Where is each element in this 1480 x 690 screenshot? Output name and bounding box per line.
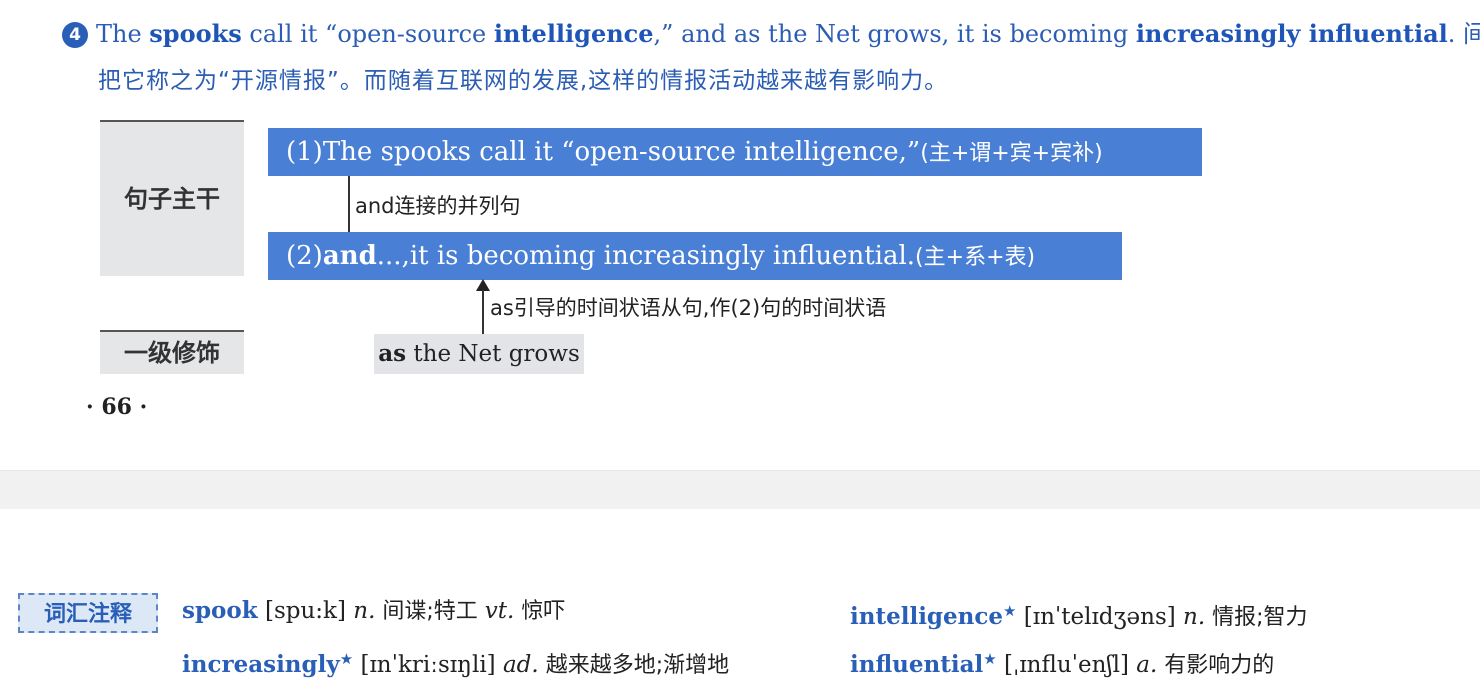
clause-2-english: ...,it is becoming increasingly influent… [376, 241, 916, 271]
vocab-word: increasingly [182, 651, 340, 678]
sentence-line: 4 The spooks call it “open-source intelli… [62, 16, 1480, 52]
modifier-as: as [378, 340, 407, 367]
sentence-text-3: ,” and as the Net grows, it is becoming [653, 20, 1136, 48]
clause-bar-2: (2)and...,it is becoming increasingly in… [268, 232, 1122, 280]
vocab-word: intelligence [850, 603, 1004, 630]
modifier-clause-box: as the Net grows [374, 334, 584, 374]
clause-2-prefix: (2) [286, 241, 323, 271]
star-icon: ★ [983, 650, 997, 668]
vocab-pos-2: vt. [484, 598, 515, 624]
vocab-phonetic: [ɪnˈtelɪdʒəns] [1016, 604, 1184, 630]
clause-2-structure: (主+系+表) [915, 245, 1036, 270]
vocab-meaning-2: 惊吓 [514, 599, 566, 624]
vocab-word: influential [850, 651, 984, 678]
sentence-text-2: call it “open-source [241, 20, 494, 48]
modifier-clause-text: the Net grows [406, 341, 580, 367]
star-icon: ★ [1003, 602, 1017, 620]
page-gap [0, 470, 1480, 510]
vocab-tag: 词汇注释 [18, 593, 158, 633]
keyword-spooks: spooks [149, 19, 242, 48]
keyword-increasingly-influential: increasingly influential [1135, 19, 1448, 48]
vocab-entry-increasingly: increasingly★ [ɪnˈkriːsɪŋli] ad. 越来越多地;渐… [182, 642, 729, 683]
vocab-meaning: 情报;智力 [1205, 605, 1308, 630]
vocab-meaning: 间谍;特工 [375, 599, 485, 624]
modifier-arrow-line [482, 290, 484, 334]
vocab-pos: a. [1136, 652, 1158, 678]
connector-note: and连接的并列句 [355, 194, 521, 218]
keyword-intelligence: intelligence [493, 19, 654, 48]
clause-1-english: (1)The spooks call it “open-source intel… [286, 137, 921, 167]
star-icon: ★ [339, 650, 354, 668]
vocab-phonetic: [ɪnˈkriːsɪŋli] [353, 652, 503, 678]
label-modifier: 一级修饰 [100, 330, 244, 374]
vocab-entry-influential: influential★ [ˌɪnfluˈenʃl] a. 有影响力的 [850, 642, 1274, 683]
clause-1-structure: (主+谓+宾+宾补) [920, 141, 1103, 166]
sentence-text-1: The [96, 20, 150, 48]
vocab-pos: n. [1183, 604, 1206, 630]
translation-line: 把它称之为“开源情报”。而随着互联网的发展,这样的情报活动越来越有影响力。 [98, 68, 949, 94]
vocab-meaning: 越来越多地;渐增地 [538, 653, 730, 678]
modifier-note: as引导的时间状语从句,作(2)句的时间状语 [490, 296, 887, 320]
sentence-text-4: . 间谍们 [1447, 20, 1480, 48]
vocab-word: spook [182, 597, 258, 624]
label-main-clause: 句子主干 [100, 120, 244, 276]
vocab-meaning: 有影响力的 [1157, 653, 1275, 678]
sentence-number-badge: 4 [62, 22, 88, 48]
vocab-entry-spook: spook [spu:k] n. 间谍;特工 vt. 惊吓 [182, 594, 565, 629]
page-number: · 66 · [86, 394, 148, 420]
vocab-entry-intelligence: intelligence★ [ɪnˈtelɪdʒəns] n. 情报;智力 [850, 594, 1308, 635]
clause-2-and: and [322, 241, 377, 271]
vocab-pos: ad. [502, 652, 539, 678]
clause-bar-1: (1)The spooks call it “open-source intel… [268, 128, 1202, 176]
connector-line [348, 176, 350, 232]
vocab-phonetic: [spu:k] [257, 598, 354, 624]
vocab-phonetic: [ˌɪnfluˈenʃl] [996, 652, 1137, 678]
vocab-pos: n. [353, 598, 376, 624]
